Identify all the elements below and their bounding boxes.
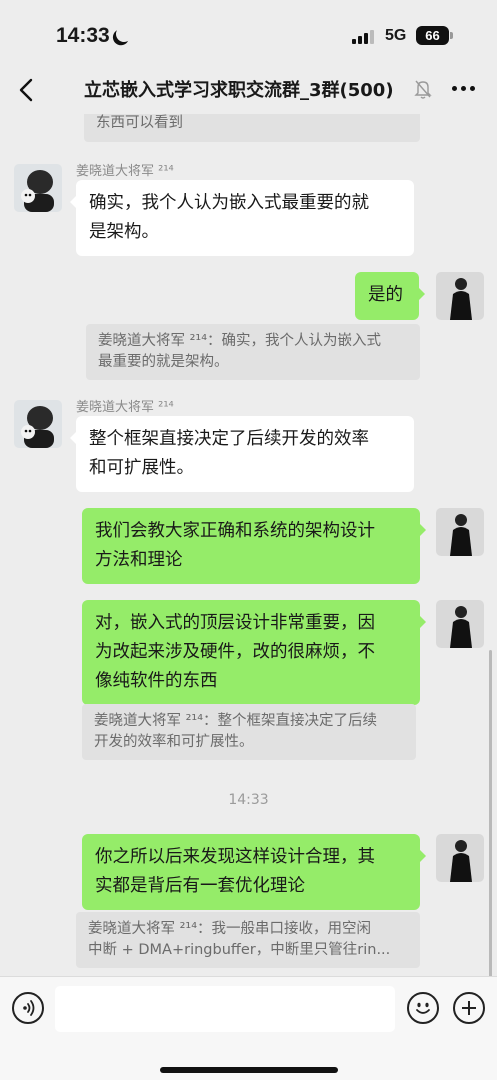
message-line: 是架构。 (89, 222, 159, 242)
avatar[interactable] (14, 400, 62, 448)
message-timestamp: 14:33 (228, 792, 269, 808)
quote-block[interactable]: 姜晓道大将军 ²¹⁴：整个框架直接决定了后续 开发的效率和可扩展性。 (82, 704, 416, 760)
avatar[interactable] (436, 508, 484, 556)
quote-block[interactable]: 姜晓道大将军 ²¹⁴：我一般串口接收，用空闲 中断 + DMA+ringbuff… (76, 912, 420, 968)
message-line: 为改起来涉及硬件，改的很麻烦，不 (95, 642, 375, 662)
message-line: 像纯软件的东西 (95, 671, 218, 691)
quote-line: 姜晓道大将军 ²¹⁴：整个框架直接决定了后续 (94, 713, 378, 729)
message-line: 是的 (368, 285, 403, 305)
quote-block: 东西可以看到 (84, 114, 420, 142)
quote-line: 姜晓道大将军 ²¹⁴：我一般串口接收，用空闲 (88, 921, 372, 937)
emoji-icon[interactable] (407, 992, 439, 1024)
moon-icon (114, 24, 135, 45)
message-line: 你之所以后来发现这样设计合理，其 (95, 847, 375, 867)
avatar[interactable] (436, 834, 484, 882)
message-line: 对，嵌入式的顶层设计非常重要，因 (95, 613, 375, 633)
quote-line: 中断 + DMA+ringbuffer，中断里只管往rin... (88, 942, 391, 958)
message-line: 整个框架直接决定了后续开发的效率 (89, 429, 369, 449)
back-icon[interactable] (14, 76, 42, 104)
message-line: 和可扩展性。 (89, 458, 194, 478)
quote-line: 姜晓道大将军 ²¹⁴：确实，我个人认为嵌入式 (98, 333, 382, 349)
more-icon[interactable] (452, 86, 476, 92)
message-input[interactable] (55, 986, 395, 1032)
battery-icon: 66 (416, 26, 449, 45)
chat-title[interactable]: 立芯嵌入式学习求职交流群_3群(500) (84, 76, 394, 102)
avatar[interactable] (436, 600, 484, 648)
network-type: 5G (385, 27, 407, 44)
signal-icon (352, 30, 376, 44)
quote-line: 最重要的就是架构。 (98, 354, 229, 370)
voice-icon[interactable] (12, 992, 44, 1024)
quote-line: 开发的效率和可扩展性。 (94, 734, 254, 750)
quote-block[interactable]: 姜晓道大将军 ²¹⁴：确实，我个人认为嵌入式 最重要的就是架构。 (86, 324, 420, 380)
home-indicator[interactable] (160, 1067, 338, 1073)
message-line: 确实，我个人认为嵌入式最重要的就 (89, 193, 369, 213)
input-bar (0, 976, 497, 1080)
message-bubble[interactable]: 确实，我个人认为嵌入式最重要的就 是架构。 (70, 180, 414, 256)
message-bubble[interactable]: 整个框架直接决定了后续开发的效率 和可扩展性。 (70, 416, 414, 492)
mute-icon (414, 80, 432, 99)
sender-name: 姜晓道大将军 ²¹⁴ (76, 400, 174, 415)
status-time: 14:33 (56, 24, 110, 47)
message-bubble[interactable]: 你之所以后来发现这样设计合理，其 实都是背后有一套优化理论 (82, 834, 426, 910)
battery-tip (450, 32, 453, 39)
message-line: 方法和理论 (95, 550, 183, 570)
message-line: 我们会教大家正确和系统的架构设计 (95, 521, 375, 541)
plus-icon[interactable] (453, 992, 485, 1024)
avatar[interactable] (14, 164, 62, 212)
sender-name: 姜晓道大将军 ²¹⁴ (76, 164, 174, 179)
avatar[interactable] (436, 272, 484, 320)
message-bubble[interactable]: 是的 (355, 272, 425, 320)
scrollbar[interactable] (489, 650, 492, 976)
message-line: 实都是背后有一套优化理论 (95, 876, 305, 896)
chat-header: 立芯嵌入式学习求职交流群_3群(500) (0, 66, 497, 114)
message-bubble[interactable]: 对，嵌入式的顶层设计非常重要，因 为改起来涉及硬件，改的很麻烦，不 像纯软件的东… (82, 600, 426, 705)
message-list[interactable]: 东西可以看到 姜晓道大将军 ²¹⁴ 确实，我个人认为嵌入式最重要的就 是架构。 … (0, 114, 497, 976)
quote-text: 东西可以看到 (96, 115, 183, 131)
message-bubble[interactable]: 我们会教大家正确和系统的架构设计 方法和理论 (82, 508, 426, 584)
status-bar: 14:33 5G 66 (0, 0, 497, 72)
